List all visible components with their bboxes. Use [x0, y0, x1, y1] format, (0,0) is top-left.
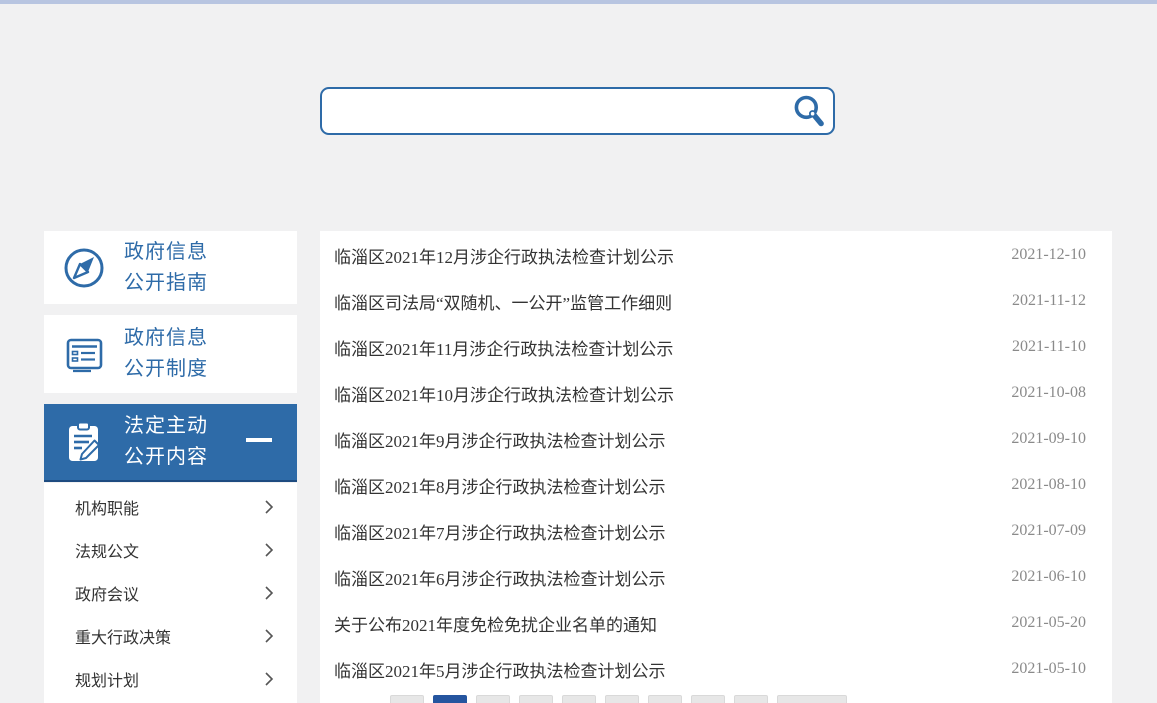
article-date: 2021-12-10: [1011, 246, 1086, 264]
submenu-label: 法规公文: [75, 538, 139, 562]
collapse-indicator[interactable]: [246, 438, 272, 442]
list-item[interactable]: 临淄区2021年11月涉企行政执法检查计划公示 2021-11-10: [320, 324, 1112, 370]
article-title[interactable]: 临淄区2021年8月涉企行政执法检查计划公示: [334, 473, 666, 498]
page-root: 政府信息 公开指南 政府信息 公开制度: [0, 0, 1157, 703]
article-date: 2021-06-10: [1011, 568, 1086, 586]
pagination-button[interactable]: [648, 695, 682, 703]
article-title[interactable]: 临淄区2021年9月涉企行政执法检查计划公示: [334, 427, 666, 452]
submenu-label: 规划计划: [75, 667, 139, 691]
article-title[interactable]: 临淄区2021年12月涉企行政执法检查计划公示: [334, 243, 674, 268]
clipboard-pencil-icon: [61, 419, 107, 465]
article-title[interactable]: 临淄区司法局“双随机、一公开”监管工作细则: [334, 289, 672, 314]
article-title[interactable]: 临淄区2021年11月涉企行政执法检查计划公示: [334, 335, 673, 360]
submenu-item-government-meetings[interactable]: 政府会议: [44, 571, 297, 614]
article-title[interactable]: 临淄区2021年5月涉企行政执法检查计划公示: [334, 657, 666, 682]
article-date: 2021-08-10: [1011, 476, 1086, 494]
pagination-button[interactable]: [734, 695, 768, 703]
list-item[interactable]: 临淄区2021年6月涉企行政执法检查计划公示 2021-06-10: [320, 554, 1112, 600]
chevron-right-icon: [264, 585, 274, 601]
submenu-label: 政府会议: [75, 581, 139, 605]
sidebar-item-statutory-disclosure[interactable]: 法定主动 公开内容: [44, 404, 297, 482]
chevron-right-icon: [264, 542, 274, 558]
chevron-right-icon: [264, 499, 274, 515]
list-item[interactable]: 临淄区司法局“双随机、一公开”监管工作细则 2021-11-12: [320, 278, 1112, 324]
article-date: 2021-11-12: [1012, 292, 1086, 310]
list-item[interactable]: 临淄区2021年8月涉企行政执法检查计划公示 2021-08-10: [320, 462, 1112, 508]
pagination-button[interactable]: [605, 695, 639, 703]
search-input[interactable]: [322, 89, 787, 133]
document-list-icon: [61, 331, 107, 377]
article-title[interactable]: 临淄区2021年6月涉企行政执法检查计划公示: [334, 565, 666, 590]
list-item[interactable]: 临淄区2021年12月涉企行政执法检查计划公示 2021-12-10: [320, 232, 1112, 278]
article-list-panel: 临淄区2021年12月涉企行政执法检查计划公示 2021-12-10 临淄区司法…: [320, 231, 1112, 703]
article-date: 2021-07-09: [1011, 522, 1086, 540]
sidebar-item-disclosure-guide[interactable]: 政府信息 公开指南: [44, 231, 297, 304]
sidebar-item-label: 政府信息 公开制度: [124, 323, 208, 385]
sidebar-item-label: 政府信息 公开指南: [124, 237, 208, 299]
chevron-right-icon: [264, 628, 274, 644]
article-date: 2021-11-10: [1012, 338, 1086, 356]
submenu-label: 机构职能: [75, 495, 139, 519]
list-item[interactable]: 临淄区2021年9月涉企行政执法检查计划公示 2021-09-10: [320, 416, 1112, 462]
sidebar-item-disclosure-system[interactable]: 政府信息 公开制度: [44, 315, 297, 393]
article-title[interactable]: 关于公布2021年度免检免扰企业名单的通知: [334, 611, 657, 636]
search-icon: [791, 93, 827, 129]
sidebar: 政府信息 公开指南 政府信息 公开制度: [44, 231, 297, 703]
top-accent-bar: [0, 0, 1157, 4]
list-item[interactable]: 临淄区2021年5月涉企行政执法检查计划公示 2021-05-10: [320, 646, 1112, 692]
search-button[interactable]: [787, 89, 831, 133]
pagination-button[interactable]: [476, 695, 510, 703]
pagination-button-current[interactable]: [433, 695, 467, 703]
pagination-button[interactable]: [562, 695, 596, 703]
pagination-button[interactable]: [390, 695, 424, 703]
article-date: 2021-05-10: [1011, 660, 1086, 678]
submenu-item-regulations-documents[interactable]: 法规公文: [44, 528, 297, 571]
sidebar-item-label: 法定主动 公开内容: [124, 411, 208, 473]
pagination-button-next[interactable]: [777, 695, 847, 703]
compass-icon: [61, 245, 107, 291]
pagination-button[interactable]: [691, 695, 725, 703]
article-title[interactable]: 临淄区2021年7月涉企行政执法检查计划公示: [334, 519, 666, 544]
submenu-item-major-decisions[interactable]: 重大行政决策: [44, 614, 297, 657]
list-item[interactable]: 临淄区2021年10月涉企行政执法检查计划公示 2021-10-08: [320, 370, 1112, 416]
article-title[interactable]: 临淄区2021年10月涉企行政执法检查计划公示: [334, 381, 674, 406]
submenu-item-organization-functions[interactable]: 机构职能: [44, 485, 297, 528]
list-item[interactable]: 临淄区2021年7月涉企行政执法检查计划公示 2021-07-09: [320, 508, 1112, 554]
submenu-label: 重大行政决策: [75, 624, 171, 648]
sidebar-submenu: 机构职能 法规公文 政府会议 重大行政决策: [44, 483, 297, 703]
search-box: [320, 87, 835, 135]
article-list: 临淄区2021年12月涉企行政执法检查计划公示 2021-12-10 临淄区司法…: [320, 231, 1112, 692]
article-date: 2021-05-20: [1011, 614, 1086, 632]
list-item[interactable]: 关于公布2021年度免检免扰企业名单的通知 2021-05-20: [320, 600, 1112, 646]
chevron-right-icon: [264, 671, 274, 687]
article-date: 2021-09-10: [1011, 430, 1086, 448]
submenu-item-planning[interactable]: 规划计划: [44, 657, 297, 700]
article-date: 2021-10-08: [1011, 384, 1086, 402]
pagination-button[interactable]: [519, 695, 553, 703]
pagination: [390, 695, 847, 703]
